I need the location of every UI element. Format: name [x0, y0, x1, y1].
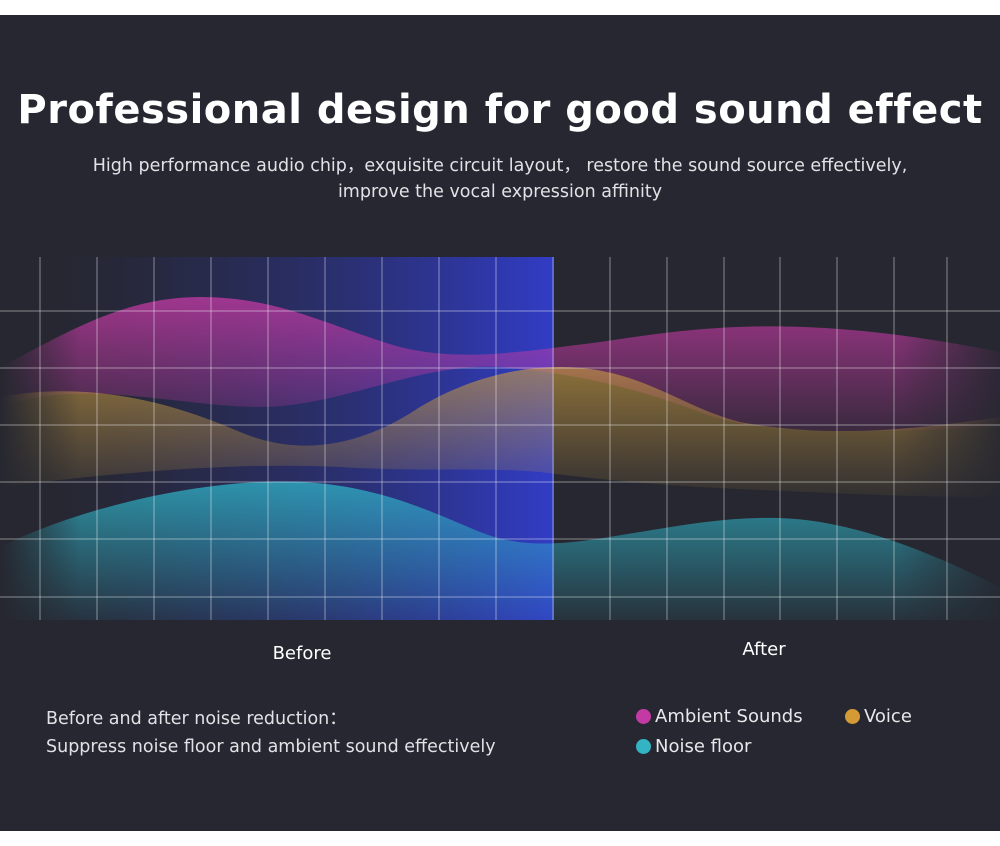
legend-label: Ambient Sounds [655, 706, 803, 727]
ambient-sounds-dot-icon [636, 709, 651, 724]
subtitle-line-2: improve the vocal expression affinity [337, 182, 663, 202]
banner-panel: Professional design for good sound effec… [0, 15, 1000, 831]
noise-reduction-note: Before and after noise reduction： Suppre… [46, 705, 496, 761]
legend-ambient-sounds: Ambient Sounds [636, 706, 803, 727]
subtitle: High performance audio chip，exquisite ci… [20, 153, 980, 205]
after-label: After [742, 639, 786, 660]
legend-label: Noise floor [655, 736, 752, 757]
noise-reduction-graph [0, 257, 1000, 620]
legend-voice: Voice [845, 706, 912, 727]
before-label: Before [272, 643, 332, 664]
note-line-1: Before and after noise reduction： [46, 709, 347, 729]
voice-dot-icon [845, 709, 860, 724]
legend-label: Voice [864, 706, 912, 727]
legend-noise-floor: Noise floor [636, 736, 751, 757]
noise-floor-dot-icon [636, 739, 651, 754]
note-line-2: Suppress noise floor and ambient sound e… [46, 737, 496, 757]
page-title: Professional design for good sound effec… [17, 87, 983, 133]
subtitle-line-1: High performance audio chip，exquisite ci… [92, 156, 908, 176]
